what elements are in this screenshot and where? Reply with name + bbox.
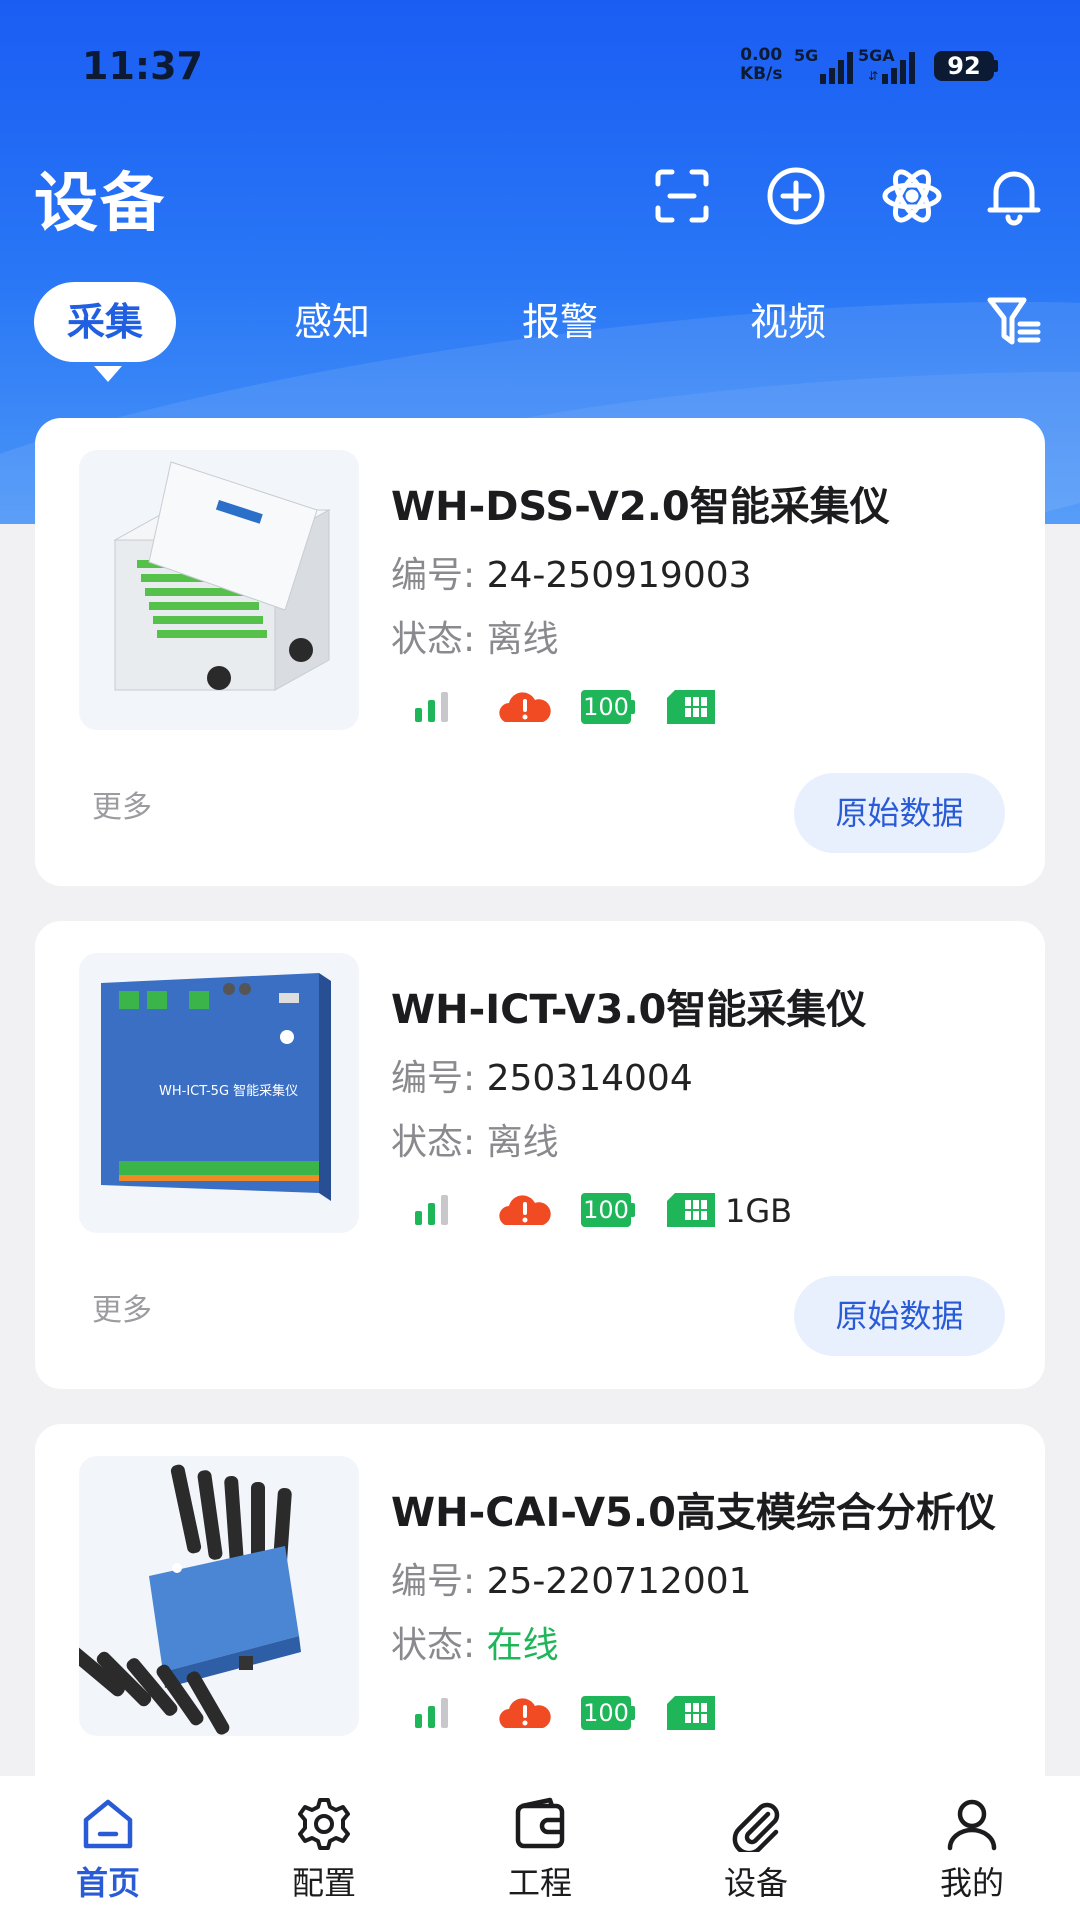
device-status-label: 状态: [391, 1625, 476, 1666]
wallet-icon [515, 1797, 565, 1849]
signal-strength-icon [415, 692, 448, 722]
battery-level-tip [631, 1706, 635, 1720]
nav-device[interactable]: 设备 [648, 1776, 864, 1920]
network-speed-unit: KB/s [740, 64, 783, 84]
status-time: 11:37 [82, 44, 203, 88]
nav-home[interactable]: 首页 [0, 1776, 216, 1920]
tab-sense[interactable]: 感知 [272, 282, 392, 362]
bell-icon[interactable] [982, 164, 1046, 228]
device-card[interactable]: WH-ICT-5G 智能采集仪 WH-ICT-V3.0智能采集仪 编号: 250… [35, 921, 1045, 1389]
nav-mine-label: 我的 [939, 1864, 1004, 1902]
paperclip-icon [732, 1802, 780, 1852]
battery-level-tip [631, 700, 635, 714]
add-circle-icon[interactable] [764, 164, 828, 228]
device-id-row: 编号: 250314004 [391, 1049, 693, 1101]
cloud-alert-icon [499, 1195, 551, 1225]
device-id-value: 250314004 [486, 1058, 693, 1099]
signal-strength-icon [415, 1195, 448, 1225]
device-status-label: 状态: [391, 1122, 476, 1163]
sim-card-icon [667, 1193, 715, 1227]
device-status-row: 状态: 在线 [391, 1616, 559, 1668]
battery-indicator: 92 [934, 51, 994, 81]
atom-icon[interactable] [880, 164, 944, 228]
device-status-value: 在线 [486, 1625, 559, 1666]
active-tab-pointer [94, 366, 122, 382]
device-status-row: 状态: 离线 [391, 610, 559, 662]
gear-icon [298, 1798, 350, 1850]
raw-data-button[interactable]: 原始数据 [794, 1276, 1005, 1356]
more-link[interactable]: 更多 [92, 782, 152, 826]
device-label-text: WH-ICT-5G 智能采集仪 [159, 1083, 298, 1099]
device-id-row: 编号: 25-220712001 [391, 1552, 752, 1604]
nav-project-label: 工程 [507, 1864, 572, 1902]
filter-icon[interactable] [984, 292, 1044, 352]
storage-size: 1GB [725, 1192, 793, 1230]
device-status-value: 离线 [486, 619, 559, 660]
more-link[interactable]: 更多 [92, 1285, 152, 1329]
device-status-label: 状态: [391, 619, 476, 660]
category-tabs: 采集 感知 报警 视频 [0, 282, 1080, 392]
tab-video[interactable]: 视频 [728, 282, 848, 362]
device-id-label: 编号: [391, 1058, 476, 1099]
sim-card-icon [667, 690, 715, 724]
nav-config-label: 配置 [291, 1864, 356, 1902]
user-icon [947, 1799, 997, 1851]
device-id-value: 24-250919003 [486, 555, 752, 596]
raw-data-button[interactable]: 原始数据 [794, 773, 1005, 853]
tab-collect[interactable]: 采集 [34, 282, 176, 362]
nav-home-label: 首页 [75, 1864, 140, 1902]
signal-strength-icon [415, 1698, 448, 1728]
sim-card-icon [667, 1696, 715, 1730]
cloud-alert-icon [499, 692, 551, 722]
device-name: WH-CAI-V5.0高支模综合分析仪 [391, 1490, 996, 1536]
network-speed: 0.00 KB/s [740, 46, 782, 84]
device-id-value: 25-220712001 [486, 1561, 752, 1602]
battery-level-tip [631, 1203, 635, 1217]
device-id-label: 编号: [391, 555, 476, 596]
device-name: WH-DSS-V2.0智能采集仪 [391, 484, 890, 530]
device-id-label: 编号: [391, 1561, 476, 1602]
device-image: WH-ICT-5G 智能采集仪 [79, 953, 359, 1233]
device-image [79, 1456, 359, 1736]
network-speed-value: 0.00 [740, 45, 783, 65]
home-icon [83, 1799, 133, 1849]
nav-config[interactable]: 配置 [216, 1776, 432, 1920]
svg-text:⇵: ⇵ [868, 69, 878, 83]
nav-device-label: 设备 [723, 1864, 788, 1902]
battery-level-indicator: 100 [581, 1696, 631, 1730]
battery-level-indicator: 100 [581, 1193, 631, 1227]
device-name: WH-ICT-V3.0智能采集仪 [391, 987, 867, 1033]
page-title: 设备 [34, 167, 166, 241]
cloud-alert-icon [499, 1698, 551, 1728]
nav-project[interactable]: 工程 [432, 1776, 648, 1920]
device-card[interactable]: WH-DSS-V2.0智能采集仪 编号: 24-250919003 状态: 离线… [35, 418, 1045, 886]
scan-icon[interactable] [650, 164, 714, 228]
tab-alarm[interactable]: 报警 [500, 282, 620, 362]
nav-mine[interactable]: 我的 [864, 1776, 1080, 1920]
device-status-row: 状态: 离线 [391, 1113, 559, 1165]
bottom-navigation: 首页 配置 工程 设备 我的 [0, 1776, 1080, 1920]
device-image [79, 450, 359, 730]
status-bar: 11:37 0.00 KB/s 5G 5GA ⇵ 92 [0, 0, 1080, 140]
device-id-row: 编号: 24-250919003 [391, 546, 752, 598]
battery-level-indicator: 100 [581, 690, 631, 724]
device-status-value: 离线 [486, 1122, 559, 1163]
battery-tip [994, 60, 998, 72]
